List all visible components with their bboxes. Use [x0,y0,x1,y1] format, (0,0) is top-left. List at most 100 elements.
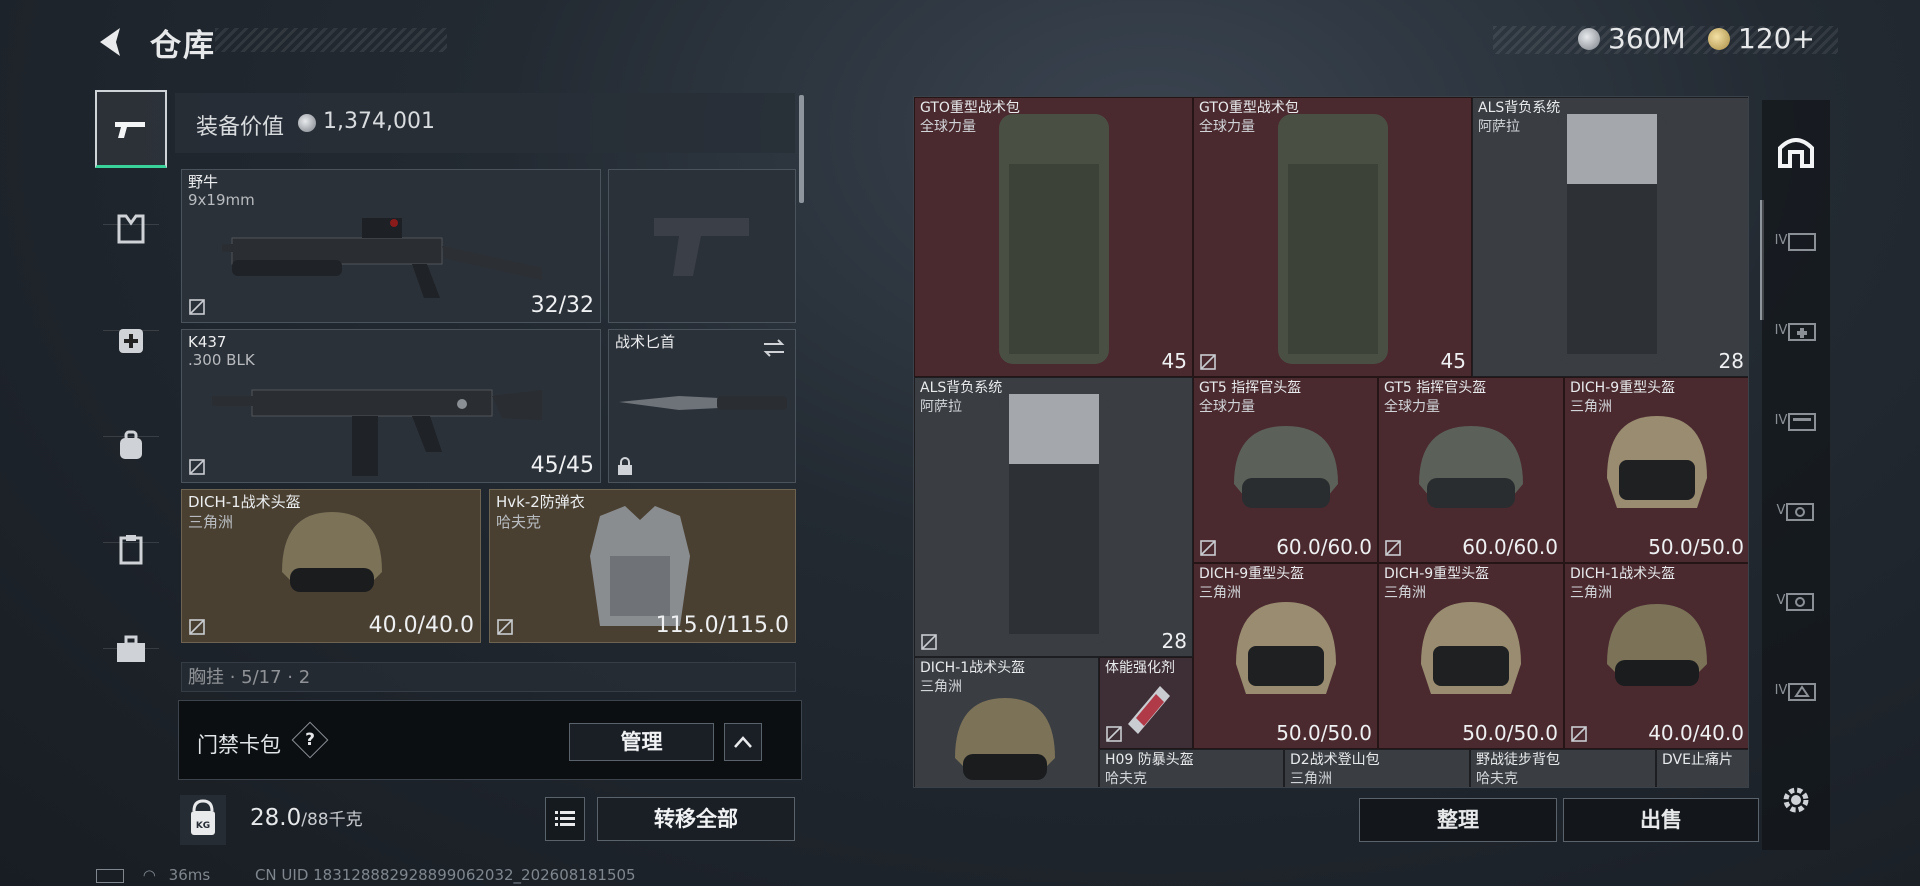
uid: CN UID 18312888292889906​2032_2026081815… [254,866,636,884]
stash-item[interactable]: GT5 指挥官头盔 全球力量 60.0/60.0 [1378,377,1564,563]
weight-icon: KG [180,795,226,845]
helmet-slot[interactable]: DICH-1战术头盔 三角洲 40.0/40.0 [181,489,481,643]
armor-slot[interactable]: Hvk-2防弹衣 哈夫克 115.0/115.0 [489,489,796,643]
tab-level: IV [1774,412,1788,428]
stash-tab-ext-1[interactable]: IV [1762,200,1830,280]
stash-tab-ext-5[interactable]: V [1762,560,1830,640]
stash-item[interactable]: DICH-1战术头盔 三角洲 40.0/40.0 [1564,563,1748,749]
stash-item[interactable]: DVE止痛片 [1656,749,1748,787]
item-name: D2战术登山包 [1290,752,1380,768]
currency-gold[interactable]: 120+ [1708,22,1815,55]
stash-tab-ext-2[interactable]: IV [1762,290,1830,370]
item-maker: 全球力量 [1199,119,1255,135]
item-count: 60.0/60.0 [1276,535,1372,559]
sort-button[interactable]: 整理 [1359,798,1557,842]
item-count: 40.0/40.0 [1648,721,1744,745]
silver-coin-icon [1578,27,1600,50]
stash-item[interactable]: DICH-9重型头盔 三角洲 50.0/50.0 [1564,377,1748,563]
item-maker: 哈夫克 [1105,771,1147,787]
nav-armor[interactable] [95,190,167,268]
stash-tab-ext-6[interactable]: IV [1762,650,1830,730]
settings-button[interactable] [1762,760,1830,840]
nav-weapons[interactable] [95,90,167,168]
stash-tab-ext-3[interactable]: IV [1762,380,1830,460]
lock-icon [618,457,632,475]
currency-silver[interactable]: 360M [1578,22,1686,55]
equipment-value-row: 装备价值 1,374,001 [175,93,795,153]
manage-button[interactable]: 管理 [569,723,714,761]
stash-item[interactable]: H09 防暴头盔 哈夫克 [1099,749,1284,787]
status-bar: ◠ 36ms CN UID 18312888292889906​2032_202… [96,866,636,884]
nav-tools[interactable] [95,610,167,688]
backpack-image [1278,114,1388,364]
item-name: GT5 指挥官头盔 [1199,380,1302,396]
pistol-slot[interactable] [608,169,796,323]
item-count: 28 [1718,349,1744,373]
durability: 40.0/40.0 [368,613,474,638]
stash-tab-main[interactable] [1762,110,1830,190]
weapon-name: 野牛 [188,173,219,191]
medical-case-icon [1788,323,1817,341]
item-count: 60.0/60.0 [1462,535,1558,559]
knife-image [619,396,787,410]
chest-rig-row[interactable]: 胸挂 · 5/17 · 2 [181,662,796,692]
stash-item[interactable]: GTO重型战术包 全球力量 45 [914,97,1193,377]
transfer-all-button[interactable]: 转移全部 [597,797,795,841]
secondary-weapon-slot[interactable]: K437 .300 BLK 45/45 [181,329,601,483]
helmet-image [1421,602,1521,694]
item-name: DICH-9重型头盔 [1384,566,1490,582]
backpack-image [999,394,1109,644]
wifi-icon: ◠ [142,866,156,884]
stash-tab-ext-4[interactable]: V [1762,470,1830,550]
access-card-bar: 门禁卡包 ? 管理 [178,700,802,780]
stash-item[interactable]: D2战术登山包 三角洲 [1284,749,1470,787]
stash-item[interactable]: DICH-1战术头盔 三角洲 [914,657,1099,787]
stash-item[interactable]: ALS背负系统 阿萨拉 28 [1472,97,1748,377]
stash-item[interactable]: DICH-9重型头盔 三角洲 50.0/50.0 [1193,563,1378,749]
help-text: ? [305,730,315,750]
item-name: 体能强化剂 [1105,660,1175,676]
item-name: 野战徒步背包 [1476,752,1560,768]
stash-item[interactable]: ALS背负系统 阿萨拉 28 [914,377,1193,657]
item-maker: 哈夫克 [1476,771,1518,787]
stash-item[interactable]: GTO重型战术包 全球力量 45 [1193,97,1472,377]
primary-weapon-slot[interactable]: 野牛 9x19mm 32/32 [181,169,601,323]
equipment-value-label: 装备价值 [196,115,285,140]
item-name: DICH-1战术头盔 [920,660,1026,676]
stash-item[interactable]: GT5 指挥官头盔 全球力量 60.0/60.0 [1193,377,1378,563]
chest-rig-label: 胸挂 · 5/17 · 2 [188,667,311,688]
no-insure-icon [1385,540,1401,556]
backpack-image [1557,114,1667,364]
nav-medical[interactable] [95,300,167,378]
help-icon[interactable]: ? [291,721,329,759]
item-count: 50.0/50.0 [1462,721,1558,745]
smg-image [222,218,542,298]
durability: 115.0/115.0 [655,613,789,638]
item-maker: 全球力量 [1384,399,1440,415]
melee-name: 战术匕首 [615,333,676,351]
max-weight: /88千克 [301,810,363,830]
list-icon [555,811,575,826]
nav-backpack[interactable] [95,406,167,484]
stash-item[interactable]: DICH-9重型头盔 三角洲 50.0/50.0 [1378,563,1564,749]
warehouse-icon [1778,138,1814,168]
item-maker: 全球力量 [1199,399,1255,415]
stash-item[interactable]: 体能强化剂 [1099,657,1193,749]
item-maker: 阿萨拉 [920,399,962,415]
chevron-up-icon [734,736,752,748]
title-decoration [215,28,447,52]
loadout-scrollbar[interactable] [799,95,804,203]
no-insure-icon [189,619,205,635]
stash-item[interactable]: 野战徒步背包 哈夫克 [1470,749,1656,787]
melee-slot[interactable]: 战术匕首 [608,329,796,483]
expand-button[interactable] [724,723,762,761]
backpack-icon [120,430,142,459]
nav-documents[interactable] [95,510,167,588]
sell-button[interactable]: 出售 [1563,798,1759,842]
back-arrow-icon[interactable] [94,22,126,62]
swap-arrows-icon[interactable] [761,338,787,358]
tab-level: IV [1774,322,1788,338]
no-insure-icon [1571,726,1587,742]
helmet-image [282,512,382,592]
list-view-button[interactable] [545,797,585,841]
